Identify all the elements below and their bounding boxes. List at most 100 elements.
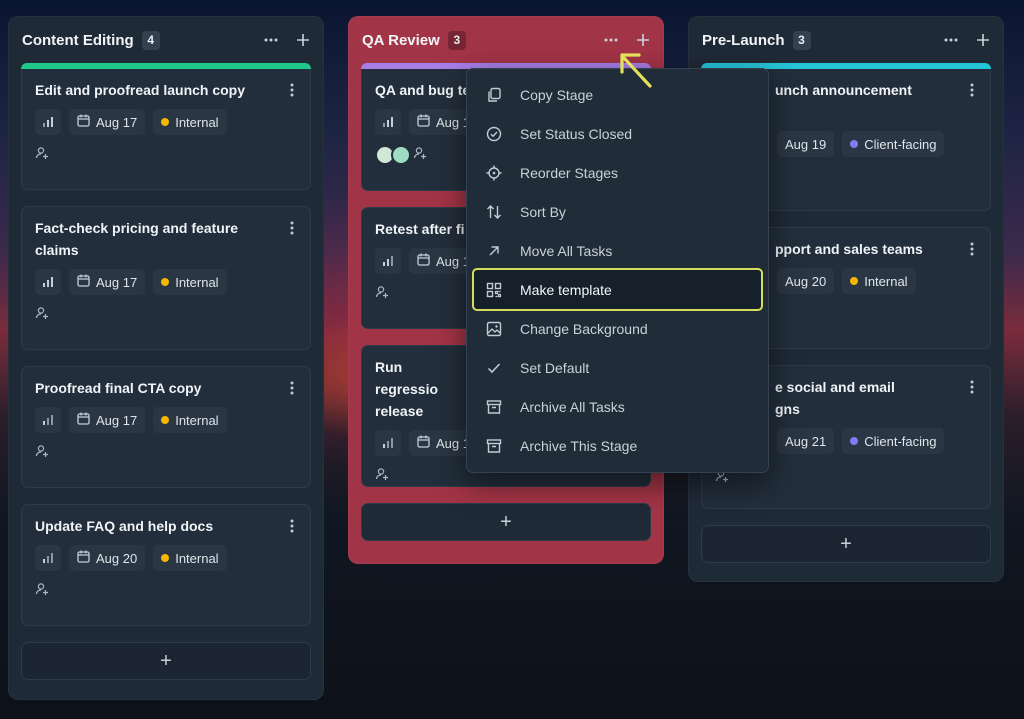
tag-dot: [850, 437, 859, 445]
vertical-dots-icon[interactable]: [970, 242, 974, 261]
due-date-chip[interactable]: Aug 20: [777, 268, 835, 294]
add-icon[interactable]: [975, 32, 991, 48]
tag-chip[interactable]: Internal: [153, 407, 227, 433]
menu-item-set-status-closed[interactable]: Set Status Closed: [474, 114, 761, 153]
tag-chip[interactable]: Client-facing: [842, 131, 945, 157]
menu-item-move-all-tasks[interactable]: Move All Tasks: [474, 231, 761, 270]
priority-bars-icon[interactable]: [375, 430, 401, 456]
column-content-editing: Content Editing 4 Edit and proofread lau…: [8, 16, 324, 700]
due-date: Aug 1: [436, 253, 470, 269]
column-title: Pre-Launch: [702, 31, 785, 49]
task-card[interactable]: Fact-check pricing and feature claims Au…: [21, 206, 311, 350]
due-date-chip[interactable]: Aug 21: [777, 428, 835, 454]
due-date-chip[interactable]: Aug 20: [69, 545, 146, 571]
priority-bars-icon[interactable]: [375, 109, 401, 135]
menu-item-label: Reorder Stages: [520, 164, 619, 181]
add-assignee-icon[interactable]: [375, 467, 389, 486]
tag-label: Internal: [175, 412, 219, 428]
vertical-dots-icon[interactable]: [970, 83, 974, 102]
tag-dot: [850, 277, 859, 285]
priority-bars-icon[interactable]: [35, 407, 61, 433]
task-card[interactable]: Edit and proofread launch copy Aug 17 In…: [21, 69, 311, 190]
tag-chip[interactable]: Internal: [842, 268, 916, 294]
task-card[interactable]: Proofread final CTA copy Aug 17 Internal: [21, 366, 311, 488]
menu-item-make-template[interactable]: Make template: [472, 268, 763, 311]
due-date-chip[interactable]: Aug 19: [777, 131, 835, 157]
column-title: Content Editing: [22, 31, 134, 49]
tag-chip[interactable]: Client-facing: [842, 428, 945, 454]
calendar-icon: [417, 114, 430, 130]
calendar-icon: [77, 550, 90, 566]
tag-dot: [161, 118, 170, 126]
tag-dot: [161, 278, 170, 286]
menu-item-reorder-stages[interactable]: Reorder Stages: [474, 153, 761, 192]
more-options-icon[interactable]: [943, 32, 959, 48]
avatar[interactable]: [391, 145, 411, 165]
check-icon: [485, 359, 503, 377]
due-date-chip[interactable]: Aug 17: [69, 407, 146, 433]
tag-chip[interactable]: Internal: [153, 545, 227, 571]
add-task-button[interactable]: +: [21, 642, 311, 680]
menu-item-archive-this-stage[interactable]: Archive This Stage: [474, 426, 761, 465]
due-date: Aug 21: [785, 433, 827, 449]
menu-item-change-background[interactable]: Change Background: [474, 309, 761, 348]
vertical-dots-icon[interactable]: [290, 221, 294, 240]
image-icon: [485, 320, 503, 338]
add-assignee-icon[interactable]: [35, 146, 49, 165]
add-task-button[interactable]: +: [361, 503, 651, 541]
tag-label: Internal: [864, 273, 908, 289]
menu-item-label: Archive All Tasks: [520, 398, 625, 415]
column-title: QA Review: [362, 31, 440, 49]
tag-label: Internal: [175, 114, 219, 130]
add-task-button[interactable]: +: [701, 525, 991, 563]
tag-label: Internal: [175, 274, 219, 290]
more-options-icon[interactable]: [263, 32, 279, 48]
add-icon[interactable]: [295, 32, 311, 48]
add-assignee-icon[interactable]: [35, 582, 49, 601]
add-icon[interactable]: [635, 32, 651, 48]
menu-item-label: Make template: [520, 281, 612, 298]
more-options-icon[interactable]: [603, 32, 619, 48]
tag-dot: [161, 554, 170, 562]
calendar-icon: [77, 114, 90, 130]
column-task-count: 3: [447, 30, 466, 50]
vertical-dots-icon[interactable]: [290, 519, 294, 538]
sort-icon: [485, 203, 503, 221]
add-assignee-icon[interactable]: [35, 306, 49, 325]
vertical-dots-icon[interactable]: [290, 83, 294, 102]
priority-bars-icon[interactable]: [35, 109, 61, 135]
priority-bars-icon[interactable]: [375, 248, 401, 274]
menu-item-archive-all-tasks[interactable]: Archive All Tasks: [474, 387, 761, 426]
due-date-chip[interactable]: Aug 17: [69, 109, 146, 135]
menu-item-label: Archive This Stage: [520, 437, 638, 454]
due-date: Aug 17: [96, 114, 138, 130]
task-title: Update FAQ and help docs: [35, 518, 214, 534]
tag-chip[interactable]: Internal: [153, 269, 227, 295]
due-date: Aug 17: [96, 274, 138, 290]
tag-dot: [850, 140, 859, 148]
vertical-dots-icon[interactable]: [970, 380, 974, 399]
due-date-chip[interactable]: Aug 17: [69, 269, 146, 295]
add-assignee-icon[interactable]: [35, 444, 49, 463]
vertical-dots-icon[interactable]: [290, 381, 294, 400]
tag-label: Client-facing: [864, 136, 937, 152]
priority-bars-icon[interactable]: [35, 269, 61, 295]
calendar-icon: [77, 274, 90, 290]
task-card[interactable]: Update FAQ and help docs Aug 20 Internal: [21, 504, 311, 626]
due-date: Aug 19: [785, 136, 827, 152]
column-header: Content Editing 4: [9, 17, 323, 63]
menu-item-sort-by[interactable]: Sort By: [474, 192, 761, 231]
add-assignee-icon[interactable]: [375, 285, 389, 304]
add-assignee-icon[interactable]: [413, 146, 427, 165]
due-date: Aug 1: [436, 435, 470, 451]
due-date: Aug 17: [96, 412, 138, 428]
menu-item-set-default[interactable]: Set Default: [474, 348, 761, 387]
stage-options-menu: Copy Stage Set Status Closed Reorder Sta…: [466, 68, 769, 473]
menu-item-label: Change Background: [520, 320, 648, 337]
column-task-count: 3: [792, 30, 811, 50]
tag-label: Client-facing: [864, 433, 937, 449]
due-date: Aug 20: [785, 273, 827, 289]
task-title: Edit and proofread launch copy: [35, 82, 246, 98]
priority-bars-icon[interactable]: [35, 545, 61, 571]
tag-chip[interactable]: Internal: [153, 109, 227, 135]
